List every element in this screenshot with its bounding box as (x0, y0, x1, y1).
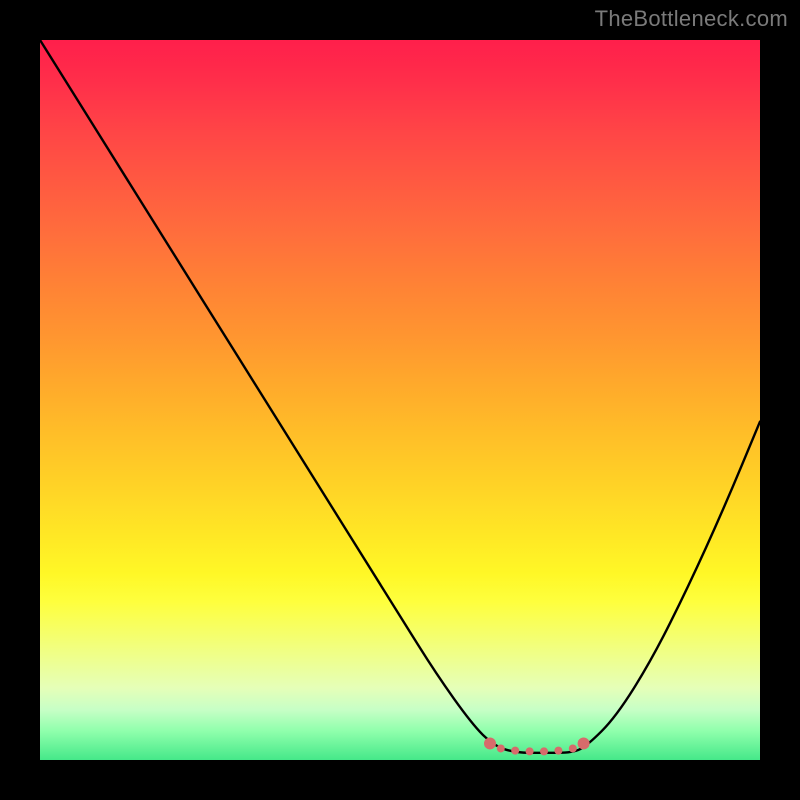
chart-frame: TheBottleneck.com (0, 0, 800, 800)
plot-area (40, 40, 760, 760)
valley-marker (554, 747, 562, 755)
valley-marker (578, 737, 590, 749)
valley-marker (511, 747, 519, 755)
valley-marker (497, 744, 505, 752)
valley-marker (569, 744, 577, 752)
bottleneck-curve (40, 40, 760, 753)
valley-marker (540, 747, 548, 755)
watermark-text: TheBottleneck.com (595, 6, 788, 32)
valley-marker (484, 737, 496, 749)
valley-marker (526, 747, 534, 755)
curve-svg (40, 40, 760, 760)
